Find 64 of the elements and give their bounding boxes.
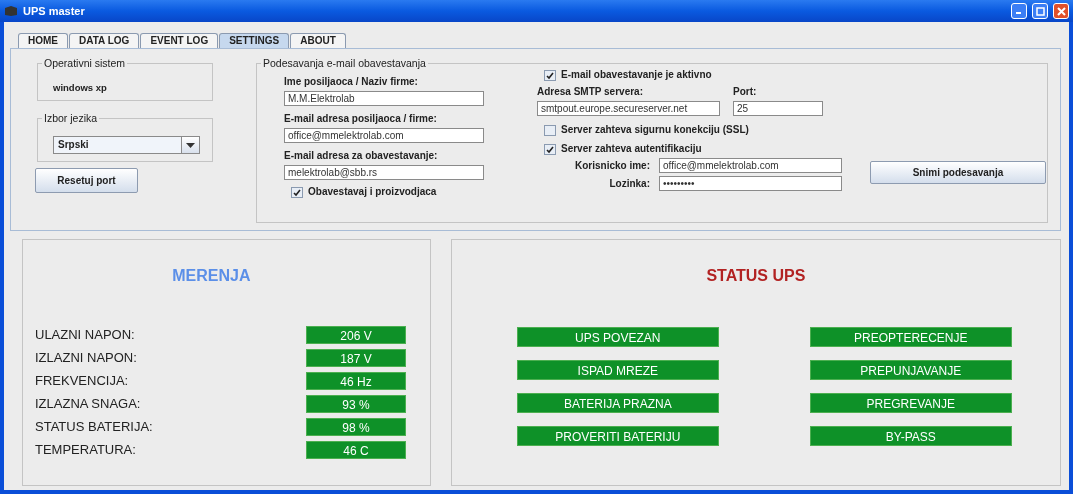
group-label: Podesavanja e-mail obavestavanja [261,57,428,69]
reset-port-button[interactable]: Resetuj port [35,168,138,193]
status-indicator: BY-PASS [809,426,1012,446]
field-label: Ime posiljaoca / Naziv firme: [284,76,419,88]
status-indicator: UPS POVEZAN [516,327,719,347]
field-label: Port: [733,86,757,98]
app-icon [4,5,18,17]
group-label: Izbor jezika [42,112,100,124]
password-field[interactable]: ••••••••• [659,176,842,191]
field-label: Lozinka: [608,177,651,190]
maximize-icon [1035,6,1045,16]
checkbox-label[interactable]: E-mail obavestavanje je aktivno [561,69,712,81]
save-settings-button[interactable]: Snimi podesavanja [870,161,1046,184]
tab[interactable]: ABOUT [290,33,346,48]
dropdown-arrow-icon [186,142,195,148]
checkbox-label[interactable]: Obavestavaj i proizvodjaca [308,186,437,198]
measurement-value: 93 % [306,395,406,413]
port-field[interactable]: 25 [733,101,823,116]
field-label: Adresa SMTP servera: [537,86,644,98]
checkbox[interactable] [291,186,303,198]
username-field[interactable]: office@mmelektrolab.com [659,158,842,173]
text-field[interactable]: office@mmelektrolab.com [284,128,484,143]
measurement-label: FREKVENCIJA: [35,372,130,390]
status-indicator: BATERIJA PRAZNA [516,393,719,413]
minimize-button[interactable] [1011,3,1027,19]
status-indicator: PROVERITI BATERIJU [516,426,719,446]
measurement-value: 46 C [306,441,406,459]
measurement-label: IZLAZNA SNAGA: [35,395,142,413]
checkbox[interactable] [544,124,556,136]
tab[interactable]: EVENT LOG [140,33,219,48]
window-title: UPS master [23,3,85,19]
field-label: E-mail adresa posiljaoca / firme: [284,113,438,125]
tab[interactable]: SETTINGS [219,33,290,48]
measurement-value: 98 % [306,418,406,436]
status-indicator: ISPAD MREZE [516,360,719,380]
checkbox[interactable] [544,69,556,81]
checkbox[interactable] [544,143,556,155]
field-label: E-mail adresa za obavestavanje: [284,150,439,162]
text-field[interactable]: melektrolab@sbb.rs [284,165,484,180]
text-field[interactable]: M.M.Elektrolab [284,91,484,106]
measurement-label: STATUS BATERIJA: [35,418,154,436]
tab[interactable]: DATA LOG [69,33,140,48]
os-value: windows xp [53,82,107,94]
field-label: Korisnicko ime: [573,159,651,172]
measurement-value: 206 V [306,326,406,344]
measurement-value: 187 V [306,349,406,367]
measurement-label: ULAZNI NAPON: [35,326,136,344]
close-icon [1056,6,1066,16]
group-label: Operativni sistem [42,57,128,69]
measurement-value: 46 Hz [306,372,406,390]
close-button[interactable] [1053,3,1069,19]
measurement-label: TEMPERATURA: [35,441,137,459]
maximize-button[interactable] [1032,3,1048,19]
checkbox-label[interactable]: Server zahteva autentifikaciju [561,143,702,155]
status-indicator: PREPUNJAVANJE [809,360,1012,380]
language-dropdown[interactable]: Srpski [53,136,200,154]
panel-title: STATUS UPS [705,266,807,286]
smtp-server-field[interactable]: smtpout.europe.secureserver.net [537,101,720,116]
measurement-label: IZLAZNI NAPON: [35,349,138,367]
status-indicator: PREGREVANJE [809,393,1012,413]
panel-title: MERENJA [171,266,252,286]
status-indicator: PREOPTERECENJE [809,327,1012,347]
tab[interactable]: HOME [18,33,68,48]
checkbox-label[interactable]: Server zahteva sigurnu konekciju (SSL) [561,124,749,136]
